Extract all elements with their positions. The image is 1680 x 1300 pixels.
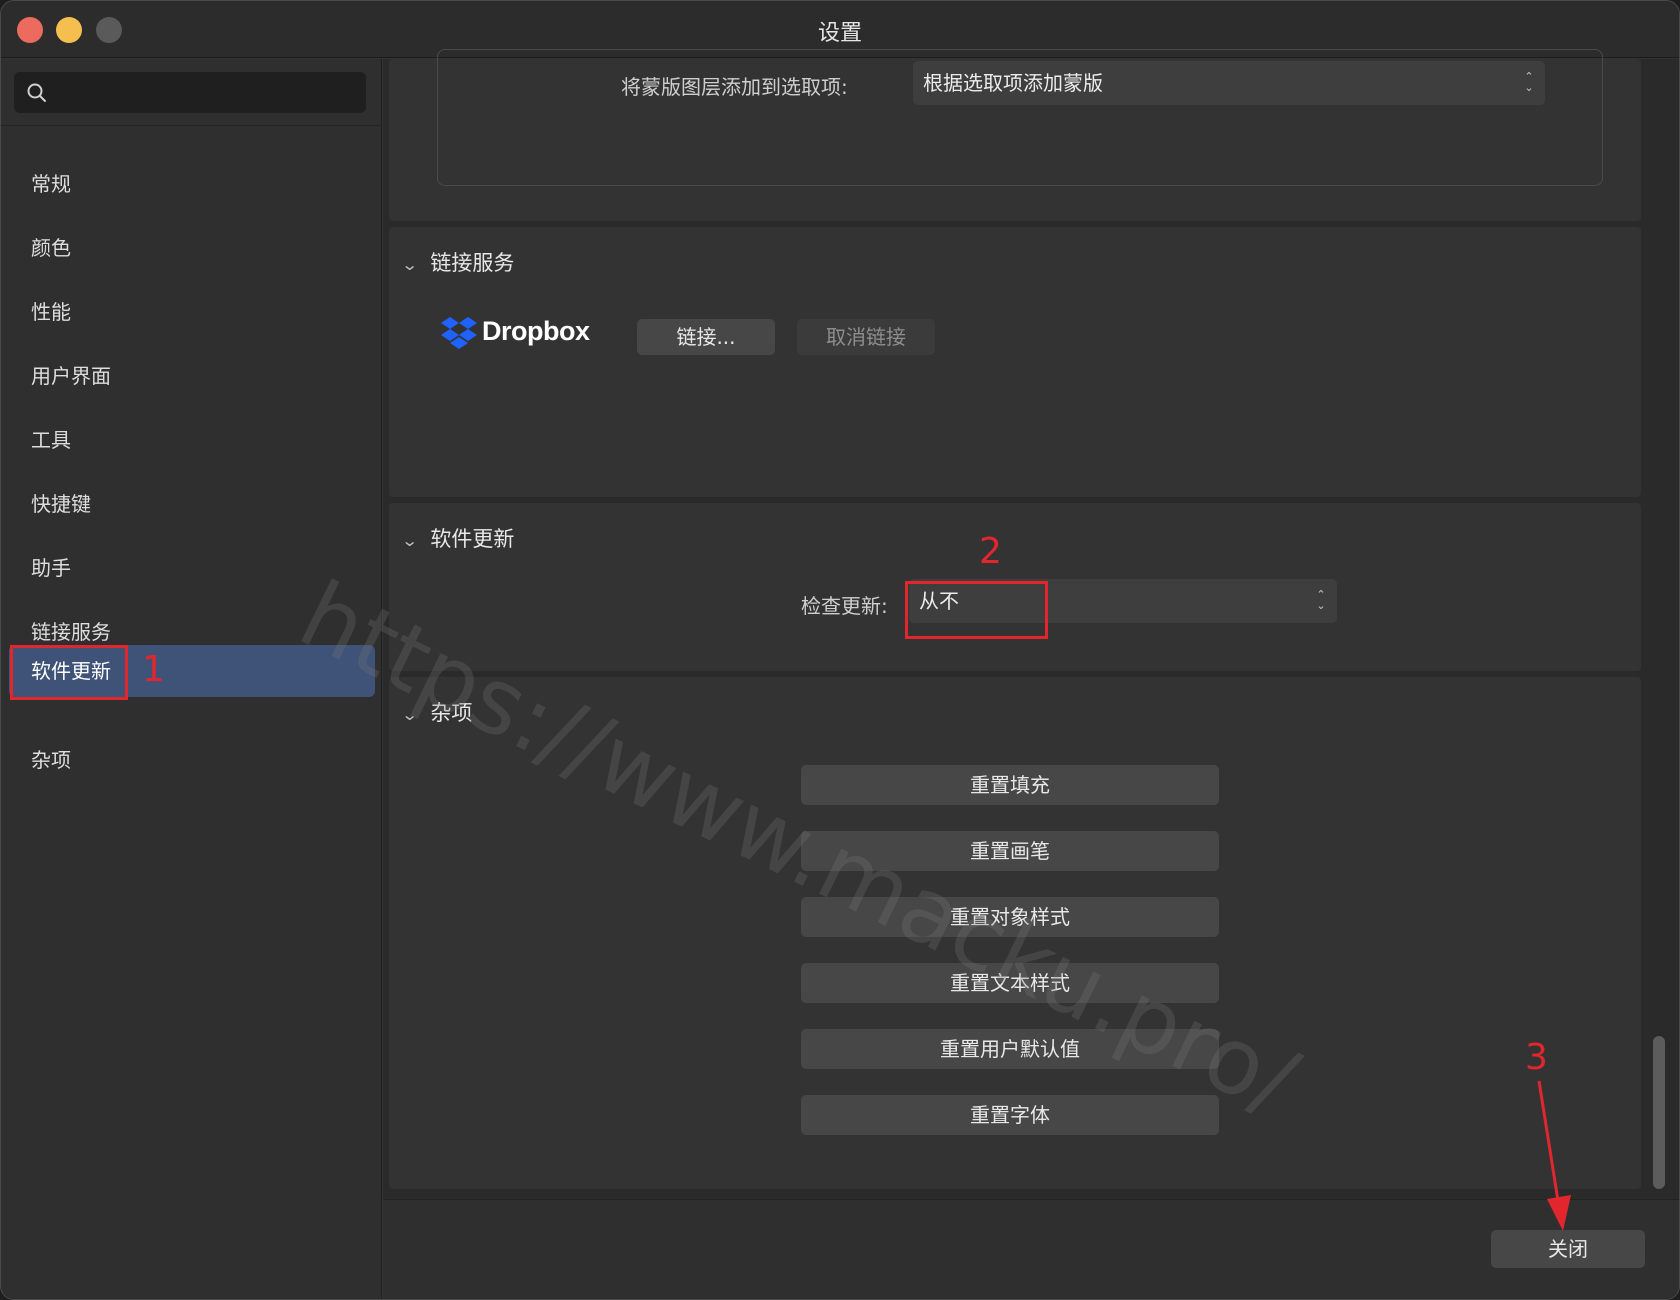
sidebar-item-misc[interactable]: 杂项 (9, 734, 375, 786)
chevron-down-icon: ⌄ (400, 705, 419, 724)
check-update-label: 检查更新: (801, 594, 888, 618)
software-update-header[interactable]: ⌄ 软件更新 (400, 523, 514, 553)
unlink-button[interactable]: 取消链接 (797, 319, 935, 355)
sidebar-item-color[interactable]: 颜色 (9, 222, 375, 274)
dropbox-wordmark: Dropbox (482, 316, 590, 346)
mask-mode-value: 根据选取项添加蒙版 (923, 71, 1103, 95)
sidebar-item-shortcuts[interactable]: 快捷键 (9, 478, 375, 530)
chevron-updown-icon: ⌃ ⌄ (1524, 70, 1534, 94)
reset-user-defaults-button[interactable]: 重置用户默认值 (801, 1029, 1219, 1069)
reset-text-style-button[interactable]: 重置文本样式 (801, 963, 1219, 1003)
mask-label: 将蒙版图层添加到选取项: (621, 75, 848, 99)
annotation-number-3: 3 (1525, 1037, 1548, 1078)
sidebar-item-assistant[interactable]: 助手 (9, 542, 375, 594)
annotation-arrow-icon (1537, 1080, 1571, 1231)
sidebar-divider (1, 125, 382, 126)
link-service-panel: ⌄ 链接服务 链接... 取消链接 (389, 227, 1641, 497)
sidebar-item-performance[interactable]: 性能 (9, 286, 375, 338)
reset-object-style-button[interactable]: 重置对象样式 (801, 897, 1219, 937)
chevron-down-icon: ⌄ (400, 255, 419, 274)
misc-panel: ⌄ 杂项 重置填充 重置画笔 重置对象样式 重置文本样式 重置用户默认值 重置字体 (389, 677, 1641, 1189)
reset-fonts-button[interactable]: 重置字体 (801, 1095, 1219, 1135)
mask-mode-select[interactable]: 根据选取项添加蒙版 ⌃ ⌄ (913, 61, 1545, 105)
link-service-header[interactable]: ⌄ 链接服务 (400, 247, 514, 277)
settings-window: 设置 常规 颜色 性能 用户界面 工具 快捷键 助手 链接服务 软件更新 杂项 … (0, 0, 1680, 1300)
annotation-number-2: 2 (979, 531, 1002, 572)
mask-panel: 将蒙版图层添加到选取项: 根据选取项添加蒙版 ⌃ ⌄ (389, 49, 1641, 221)
chevron-down-icon: ⌄ (400, 531, 419, 550)
annotation-box-update-select (905, 581, 1048, 639)
reset-fill-button[interactable]: 重置填充 (801, 765, 1219, 805)
sidebar-item-general[interactable]: 常规 (9, 158, 375, 210)
link-button[interactable]: 链接... (637, 319, 775, 355)
annotation-number-1: 1 (142, 649, 165, 690)
dropbox-logo-icon (441, 317, 477, 349)
sidebar-item-user-interface[interactable]: 用户界面 (9, 350, 375, 402)
annotation-box-sidebar (10, 645, 128, 700)
footer-bar: 关闭 (383, 1199, 1679, 1299)
search-input[interactable] (14, 72, 366, 113)
reset-brush-button[interactable]: 重置画笔 (801, 831, 1219, 871)
sidebar-item-tools[interactable]: 工具 (9, 414, 375, 466)
chevron-updown-icon: ⌃ ⌄ (1316, 588, 1326, 612)
window-title: 设置 (817, 21, 862, 46)
misc-header[interactable]: ⌄ 杂项 (400, 697, 472, 727)
content-scrollbar[interactable] (1653, 1036, 1665, 1189)
search-icon (27, 83, 46, 102)
